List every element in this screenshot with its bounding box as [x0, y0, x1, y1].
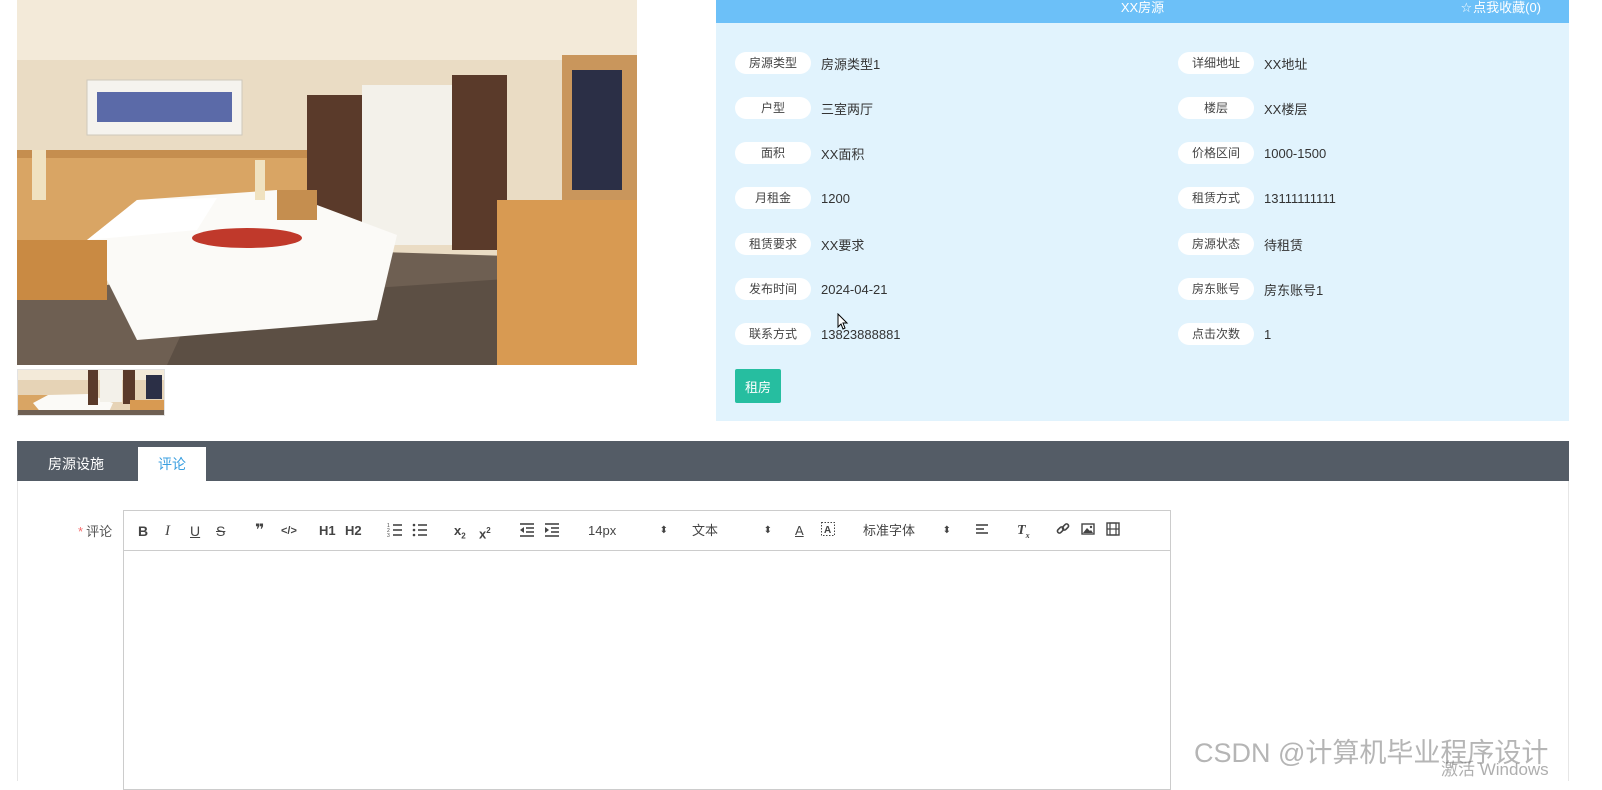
align-icon[interactable]	[975, 522, 989, 540]
field-rent-requirement: 租赁要求 XX要求	[735, 233, 864, 255]
subscript-icon[interactable]: x2	[454, 522, 466, 541]
field-value: 房东账号1	[1264, 282, 1324, 298]
indent-icon[interactable]	[544, 522, 560, 540]
required-mark: *	[78, 524, 84, 539]
strike-icon[interactable]: S	[216, 522, 225, 540]
underline-icon[interactable]: U	[190, 522, 200, 540]
field-monthly-rent: 月租金 1200	[735, 187, 850, 209]
select-arrow-icon: ⬍	[659, 525, 668, 536]
field-value: 2024-04-21	[821, 281, 888, 297]
field-area: 面积 XX面积	[735, 142, 864, 164]
field-label: 房源类型	[735, 52, 811, 74]
superscript-icon[interactable]: x2	[479, 522, 491, 541]
field-rent-mode: 租赁方式 13111111111	[1178, 187, 1336, 209]
code-block-icon[interactable]: </>	[281, 522, 297, 540]
bold-icon[interactable]: B	[138, 522, 148, 540]
house-title: XX房源	[1120, 0, 1165, 15]
clear-format-icon[interactable]: Tx	[1017, 522, 1030, 540]
heading-1-icon[interactable]: H1	[319, 522, 336, 540]
rich-text-editor: B I U S ❞ </> H1 H2 123 x2 x2 14px ⬍ 文本 ⬍	[123, 510, 1171, 790]
field-publish-time: 发布时间 2024-04-21	[735, 278, 888, 300]
mouse-cursor-icon	[837, 312, 849, 336]
comment-label-text: 评论	[86, 524, 113, 539]
field-house-type: 房源类型 房源类型1	[735, 52, 880, 74]
field-landlord-account: 房东账号 房东账号1	[1178, 278, 1323, 300]
field-contact: 联系方式 13823888881	[735, 323, 901, 345]
field-value: 待租赁	[1264, 237, 1304, 253]
field-label: 租赁方式	[1178, 187, 1254, 209]
select-arrow-icon: ⬍	[942, 525, 951, 536]
field-floor: 楼层 XX楼层	[1178, 97, 1307, 119]
field-price-range: 价格区间 1000-1500	[1178, 142, 1326, 164]
field-value: XX要求	[821, 237, 865, 253]
font-family-value: 标准字体	[863, 523, 916, 538]
comment-label: * 评论	[78, 521, 112, 540]
editor-toolbar: B I U S ❞ </> H1 H2 123 x2 x2 14px ⬍ 文本 ⬍	[124, 511, 1170, 551]
comment-editor-area[interactable]	[124, 551, 1170, 789]
field-label: 房源状态	[1178, 233, 1254, 255]
field-value: 房源类型1	[821, 56, 881, 72]
field-label: 户型	[735, 97, 811, 119]
house-info-panel: XX房源 ☆点我收藏(0) 房源类型 房源类型1 户型 三室两厅 面积 XX面积…	[716, 0, 1569, 421]
field-value: XX楼层	[1264, 101, 1308, 117]
heading-value: 文本	[692, 523, 719, 538]
star-outline-icon: ☆	[1460, 0, 1473, 15]
tab-facilities[interactable]: 房源设施	[31, 447, 121, 481]
favorite-label: 点我收藏(0)	[1473, 0, 1541, 15]
font-size-select[interactable]: 14px ⬍	[588, 522, 668, 540]
text-color-icon[interactable]: A	[795, 522, 804, 540]
font-size-value: 14px	[588, 523, 617, 538]
favorite-button[interactable]: ☆点我收藏(0)	[1460, 0, 1541, 16]
svg-text:3: 3	[387, 533, 390, 538]
windows-activation-notice: 激活 Windows	[1441, 760, 1549, 779]
field-label: 楼层	[1178, 97, 1254, 119]
field-value: XX地址	[1264, 56, 1308, 72]
field-label: 详细地址	[1178, 52, 1254, 74]
video-icon[interactable]	[1106, 522, 1120, 540]
image-icon[interactable]	[1081, 522, 1095, 540]
field-label: 房东账号	[1178, 278, 1254, 300]
blockquote-icon[interactable]: ❞	[255, 522, 264, 540]
field-value: 13111111111	[1264, 190, 1336, 206]
background-color-icon[interactable]: A	[821, 522, 835, 540]
tab-comments[interactable]: 评论	[138, 447, 206, 481]
svg-text:A: A	[824, 525, 831, 536]
bullet-list-icon[interactable]	[412, 522, 428, 540]
field-label: 联系方式	[735, 323, 811, 345]
tab-bar: 房源设施 评论	[17, 441, 1569, 481]
house-thumbnail[interactable]	[17, 369, 165, 416]
field-value: 三室两厅	[821, 101, 874, 117]
field-house-status: 房源状态 待租赁	[1178, 233, 1303, 255]
field-value: 1	[1264, 326, 1272, 342]
outdent-icon[interactable]	[519, 522, 535, 540]
field-label: 月租金	[735, 187, 811, 209]
field-label: 点击次数	[1178, 323, 1254, 345]
field-value: 13823888881	[821, 326, 901, 342]
rent-button[interactable]: 租房	[735, 369, 781, 403]
field-click-count: 点击次数 1	[1178, 323, 1271, 345]
field-label: 价格区间	[1178, 142, 1254, 164]
ordered-list-icon[interactable]: 123	[387, 522, 403, 540]
field-label: 租赁要求	[735, 233, 811, 255]
field-label: 面积	[735, 142, 811, 164]
link-icon[interactable]	[1056, 522, 1070, 540]
select-arrow-icon: ⬍	[763, 525, 772, 536]
house-main-photo	[17, 0, 637, 365]
field-address: 详细地址 XX地址	[1178, 52, 1307, 74]
heading-2-icon[interactable]: H2	[345, 522, 362, 540]
heading-select[interactable]: 文本 ⬍	[692, 522, 772, 540]
field-value: 1000-1500	[1264, 145, 1327, 161]
field-layout: 户型 三室两厅	[735, 97, 873, 119]
field-value: 1200	[821, 190, 850, 206]
italic-icon[interactable]: I	[165, 522, 170, 540]
font-family-select[interactable]: 标准字体 ⬍	[863, 522, 951, 540]
info-header: XX房源 ☆点我收藏(0)	[716, 0, 1569, 23]
field-label: 发布时间	[735, 278, 811, 300]
field-value: XX面积	[821, 146, 865, 162]
